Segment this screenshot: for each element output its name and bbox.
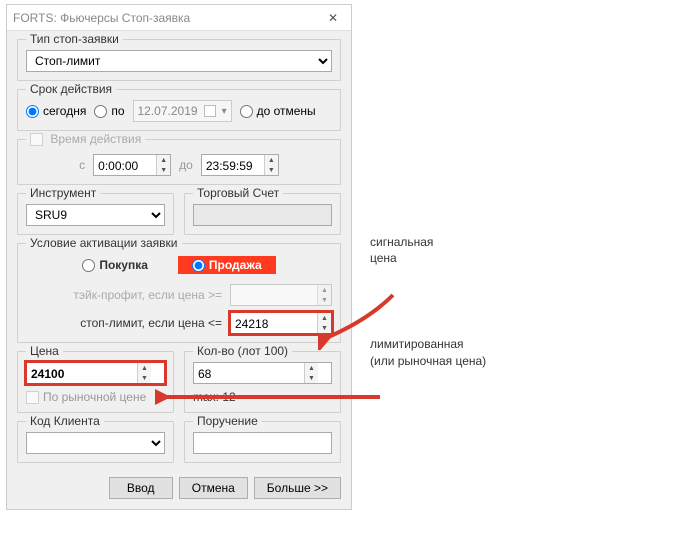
date-checkbox-icon <box>204 105 216 117</box>
client-code-label: Код Клиента <box>26 414 104 428</box>
client-code-group: Код Клиента <box>17 421 174 463</box>
validity-cancel-radio[interactable] <box>240 105 253 118</box>
tp-input[interactable]: ▲▼ <box>230 284 332 306</box>
annotation-limit-2: (или рыночная цена) <box>370 353 670 369</box>
qty-group: Кол-во (лот 100) ▲▼ max: 12 <box>184 351 341 413</box>
time-to-input[interactable]: ▲▼ <box>201 154 279 176</box>
instrument-group: Инструмент SRU9 <box>17 193 174 235</box>
sell-radio[interactable] <box>192 259 205 272</box>
validity-label: Срок действия <box>26 82 116 96</box>
activation-group: Условие активации заявки Покупка Продажа… <box>17 243 341 343</box>
time-action-label: Время действия <box>26 132 145 146</box>
stop-type-select[interactable]: Стоп-лимит <box>26 50 332 72</box>
qty-label: Кол-во (лот 100) <box>193 344 292 358</box>
instruction-input[interactable] <box>193 432 332 454</box>
annotations: сигнальная цена лимитированная (или рыно… <box>370 234 670 369</box>
spin-down-icon[interactable]: ▼ <box>157 165 170 175</box>
sl-input[interactable]: ▲▼ <box>230 312 332 334</box>
instruction-group: Поручение <box>184 421 341 463</box>
titlebar: FORTS: Фьючерсы Стоп-заявка ✕ <box>7 5 351 31</box>
enter-button[interactable]: Ввод <box>109 477 173 499</box>
time-from-input[interactable]: ▲▼ <box>93 154 171 176</box>
chevron-down-icon: ▾ <box>222 106 227 117</box>
time-to-label: до <box>179 158 193 172</box>
market-price-checkbox[interactable] <box>26 391 39 404</box>
buy-radio[interactable]: Покупка <box>82 256 148 274</box>
validity-until[interactable]: по <box>94 104 124 118</box>
instruction-label: Поручение <box>193 414 262 428</box>
stop-type-group: Тип стоп-заявки Стоп-лимит <box>17 39 341 81</box>
price-input[interactable]: ▲▼ <box>26 362 165 384</box>
price-label: Цена <box>26 344 63 358</box>
annotation-signal-1: сигнальная <box>370 234 670 250</box>
spin-down-icon[interactable]: ▼ <box>265 165 278 175</box>
validity-cancel[interactable]: до отмены <box>240 104 316 118</box>
market-price-label: По рыночной цене <box>43 390 146 404</box>
cancel-button[interactable]: Отмена <box>179 477 248 499</box>
instrument-select[interactable]: SRU9 <box>26 204 165 226</box>
stop-order-dialog: FORTS: Фьючерсы Стоп-заявка ✕ Тип стоп-з… <box>6 4 352 510</box>
window-title: FORTS: Фьючерсы Стоп-заявка <box>13 11 321 25</box>
instrument-label: Инструмент <box>26 186 100 200</box>
account-group: Торговый Счет <box>184 193 341 235</box>
validity-today[interactable]: сегодня <box>26 104 86 118</box>
tp-label: тэйк-профит, если цена >= <box>26 288 222 302</box>
stop-type-label: Тип стоп-заявки <box>26 32 123 46</box>
time-action-group: Время действия с ▲▼ до ▲▼ <box>17 139 341 185</box>
account-label: Торговый Счет <box>193 186 283 200</box>
validity-today-radio[interactable] <box>26 105 39 118</box>
annotation-limit-1: лимитированная <box>370 336 670 352</box>
close-icon[interactable]: ✕ <box>321 11 345 25</box>
client-code-select[interactable] <box>26 432 165 454</box>
spin-up-icon[interactable]: ▲ <box>265 155 278 165</box>
spin-up-icon[interactable]: ▲ <box>157 155 170 165</box>
time-action-checkbox[interactable] <box>30 133 43 146</box>
sl-label: стоп-лимит, если цена <= <box>26 316 222 330</box>
time-from-label: с <box>79 158 85 172</box>
qty-input[interactable]: ▲▼ <box>193 362 332 384</box>
validity-until-radio[interactable] <box>94 105 107 118</box>
activation-label: Условие активации заявки <box>26 236 182 250</box>
validity-date[interactable]: 12.07.2019 ▾ <box>133 100 232 122</box>
account-select[interactable] <box>193 204 332 226</box>
more-button[interactable]: Больше >> <box>254 477 341 499</box>
sell-radio-wrap[interactable]: Продажа <box>178 256 276 274</box>
annotation-signal-2: цена <box>370 250 670 266</box>
price-group: Цена ▲▼ По рыночной цене <box>17 351 174 413</box>
validity-group: Срок действия сегодня по 12.07.2019 ▾ <box>17 89 341 131</box>
qty-max: max: 12 <box>193 390 332 404</box>
